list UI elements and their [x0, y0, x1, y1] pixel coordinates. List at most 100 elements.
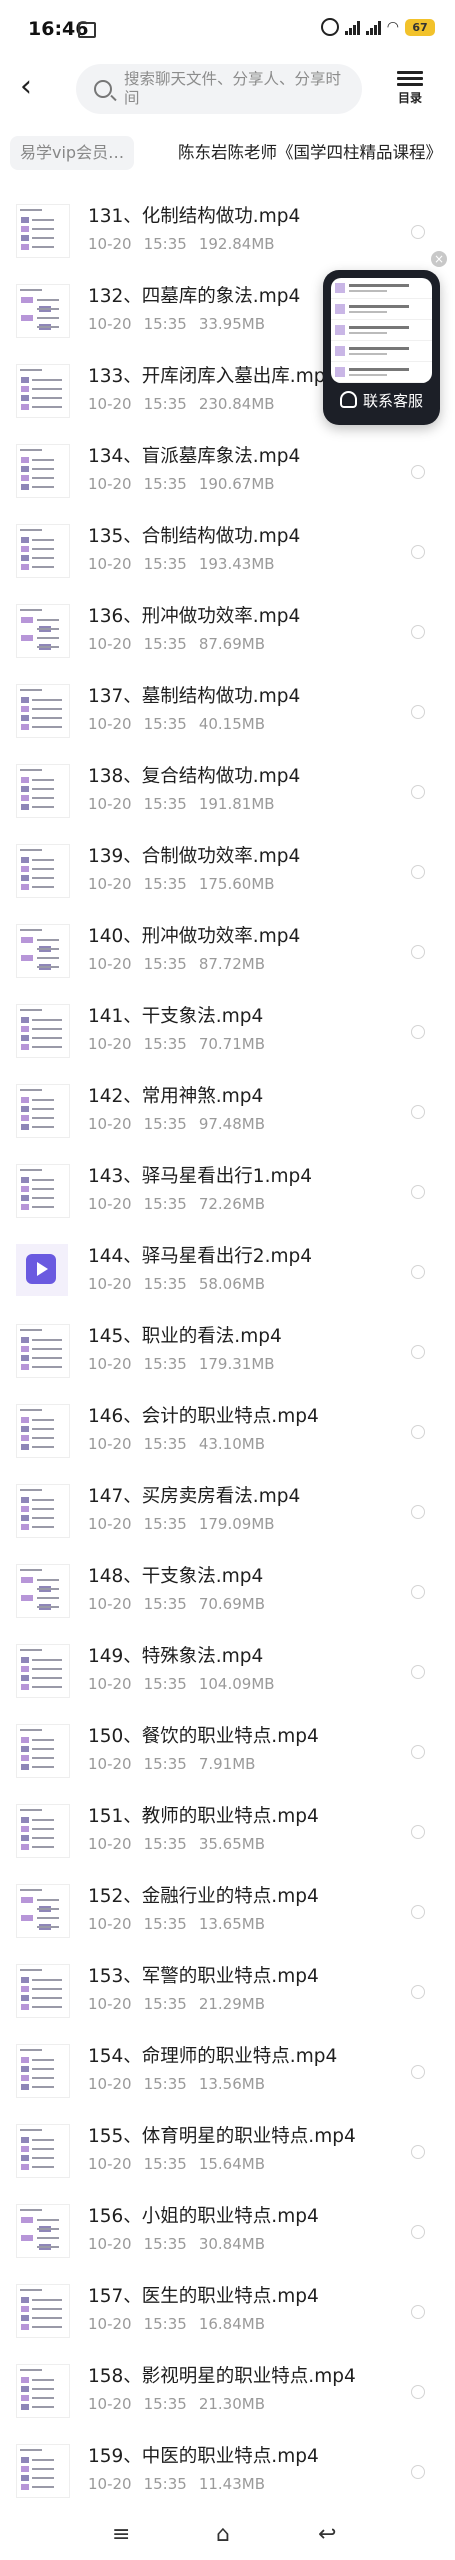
file-date: 10-20	[88, 795, 132, 813]
file-date: 10-20	[88, 2075, 132, 2093]
file-meta: 10-20 15:35 230.84MB	[88, 395, 287, 413]
file-row[interactable]: 155、体育明星的职业特点.mp4 10-20 15:35 15.64MB	[0, 2112, 455, 2192]
file-thumbnail	[16, 2364, 70, 2418]
file-time: 15:35	[143, 2075, 187, 2093]
file-meta: 10-20 15:35 58.06MB	[88, 1275, 277, 1293]
select-radio[interactable]	[411, 1585, 425, 1599]
file-size: 70.71MB	[198, 1035, 266, 1053]
file-meta: 10-20 15:35 7.91MB	[88, 1755, 267, 1773]
file-name: 145、职业的看法.mp4	[88, 1326, 282, 1347]
file-row[interactable]: 150、餐饮的职业特点.mp4 10-20 15:35 7.91MB	[0, 1712, 455, 1792]
contact-service-card[interactable]: 联系客服	[323, 270, 440, 425]
close-icon[interactable]: ×	[431, 251, 447, 267]
file-row[interactable]: 156、小姐的职业特点.mp4 10-20 15:35 30.84MB	[0, 2192, 455, 2272]
search-input[interactable]: 搜索聊天文件、分享人、分享时间	[76, 64, 362, 114]
select-radio[interactable]	[411, 465, 425, 479]
catalog-button[interactable]: 目录	[392, 68, 428, 106]
select-radio[interactable]	[411, 1105, 425, 1119]
file-row[interactable]: 136、刑冲做功效率.mp4 10-20 15:35 87.69MB	[0, 592, 455, 672]
file-row[interactable]: 140、刑冲做功效率.mp4 10-20 15:35 87.72MB	[0, 912, 455, 992]
file-row[interactable]: 135、合制结构做功.mp4 10-20 15:35 193.43MB	[0, 512, 455, 592]
select-radio[interactable]	[411, 1825, 425, 1839]
file-name: 154、命理师的职业特点.mp4	[88, 2046, 338, 2067]
file-time: 15:35	[143, 2395, 187, 2413]
file-row[interactable]: 149、特殊象法.mp4 10-20 15:35 104.09MB	[0, 1632, 455, 1712]
file-meta: 10-20 15:35 191.81MB	[88, 795, 287, 813]
select-radio[interactable]	[411, 2305, 425, 2319]
select-radio[interactable]	[411, 865, 425, 879]
select-radio[interactable]	[411, 1185, 425, 1199]
select-radio[interactable]	[411, 2145, 425, 2159]
file-thumbnail	[16, 2204, 70, 2258]
contact-service-button[interactable]: 联系客服	[323, 390, 440, 411]
select-radio[interactable]	[411, 1425, 425, 1439]
select-radio[interactable]	[411, 1505, 425, 1519]
select-radio[interactable]	[411, 945, 425, 959]
system-icons: ◠ 67	[320, 16, 435, 38]
file-name: 134、盲派墓库象法.mp4	[88, 446, 301, 467]
file-time: 15:35	[143, 635, 187, 653]
select-radio[interactable]	[411, 705, 425, 719]
select-radio[interactable]	[411, 2225, 425, 2239]
file-row[interactable]: 146、会计的职业特点.mp4 10-20 15:35 43.10MB	[0, 1392, 455, 1472]
file-name: 159、中医的职业特点.mp4	[88, 2446, 319, 2467]
file-row[interactable]: 145、职业的看法.mp4 10-20 15:35 179.31MB	[0, 1312, 455, 1392]
select-radio[interactable]	[411, 1345, 425, 1359]
file-row[interactable]: 143、驿马星看出行1.mp4 10-20 15:35 72.26MB	[0, 1152, 455, 1232]
file-row[interactable]: 158、影视明星的职业特点.mp4 10-20 15:35 21.30MB	[0, 2352, 455, 2432]
file-row[interactable]: 142、常用神煞.mp4 10-20 15:35 97.48MB	[0, 1072, 455, 1152]
menu-nav-icon[interactable]: ≡	[112, 2522, 130, 2547]
file-time: 15:35	[143, 1915, 187, 1933]
file-thumbnail	[16, 284, 70, 338]
file-row[interactable]: 148、干支象法.mp4 10-20 15:35 70.69MB	[0, 1552, 455, 1632]
file-row[interactable]: 157、医生的职业特点.mp4 10-20 15:35 16.84MB	[0, 2272, 455, 2352]
select-radio[interactable]	[411, 1665, 425, 1679]
select-radio[interactable]	[411, 2465, 425, 2479]
file-row[interactable]: 147、买房卖房看法.mp4 10-20 15:35 179.09MB	[0, 1472, 455, 1552]
file-row[interactable]: 131、化制结构做功.mp4 10-20 15:35 192.84MB	[0, 192, 455, 272]
file-size: 58.06MB	[198, 1275, 266, 1293]
file-time: 15:35	[143, 235, 187, 253]
select-radio[interactable]	[411, 625, 425, 639]
file-date: 10-20	[88, 1915, 132, 1933]
select-radio[interactable]	[411, 2065, 425, 2079]
file-row[interactable]: 141、干支象法.mp4 10-20 15:35 70.71MB	[0, 992, 455, 1072]
top-header: ‹ 搜索聊天文件、分享人、分享时间 目录	[0, 58, 455, 122]
file-name: 139、合制做功效率.mp4	[88, 846, 301, 867]
file-row[interactable]: 159、中医的职业特点.mp4 10-20 15:35 11.43MB	[0, 2432, 455, 2512]
file-size: 13.65MB	[198, 1915, 266, 1933]
file-row[interactable]: 137、墓制结构做功.mp4 10-20 15:35 40.15MB	[0, 672, 455, 752]
select-radio[interactable]	[411, 785, 425, 799]
signal-icon	[344, 19, 360, 35]
file-row[interactable]: 151、教师的职业特点.mp4 10-20 15:35 35.65MB	[0, 1792, 455, 1872]
select-radio[interactable]	[411, 2385, 425, 2399]
video-play-icon	[26, 1254, 56, 1284]
back-nav-icon[interactable]: ↩	[318, 2522, 336, 2547]
file-meta: 10-20 15:35 97.48MB	[88, 1115, 277, 1133]
select-radio[interactable]	[411, 1265, 425, 1279]
home-nav-icon[interactable]: ⌂	[216, 2522, 230, 2547]
file-row[interactable]: 134、盲派墓库象法.mp4 10-20 15:35 190.67MB	[0, 432, 455, 512]
select-radio[interactable]	[411, 225, 425, 239]
file-list: 131、化制结构做功.mp4 10-20 15:35 192.84MB 132、四墓库的…	[0, 192, 455, 2512]
file-meta: 10-20 15:35 21.29MB	[88, 1995, 277, 2013]
file-date: 10-20	[88, 2315, 132, 2333]
file-row[interactable]: 154、命理师的职业特点.mp4 10-20 15:35 13.56MB	[0, 2032, 455, 2112]
file-meta: 10-20 15:35 40.15MB	[88, 715, 277, 733]
select-radio[interactable]	[411, 1985, 425, 1999]
file-row[interactable]: 139、合制做功效率.mp4 10-20 15:35 175.60MB	[0, 832, 455, 912]
breadcrumb-item-parent[interactable]: 易学vip会员…	[10, 136, 135, 170]
back-arrow-icon[interactable]: ‹	[20, 72, 32, 102]
select-radio[interactable]	[411, 1025, 425, 1039]
select-radio[interactable]	[411, 545, 425, 559]
breadcrumb-item-current[interactable]: 陈东岩陈老师《国学四柱精品课程》	[178, 136, 442, 170]
select-radio[interactable]	[411, 1745, 425, 1759]
file-thumbnail	[16, 1804, 70, 1858]
file-time: 15:35	[143, 1195, 187, 1213]
file-row[interactable]: 152、金融行业的特点.mp4 10-20 15:35 13.65MB	[0, 1872, 455, 1952]
file-row[interactable]: 153、军警的职业特点.mp4 10-20 15:35 21.29MB	[0, 1952, 455, 2032]
system-nav-bar: ≡ ⌂ ↩	[0, 2512, 455, 2560]
file-row[interactable]: 138、复合结构做功.mp4 10-20 15:35 191.81MB	[0, 752, 455, 832]
file-row[interactable]: 144、驿马星看出行2.mp4 10-20 15:35 58.06MB	[0, 1232, 455, 1312]
select-radio[interactable]	[411, 1905, 425, 1919]
